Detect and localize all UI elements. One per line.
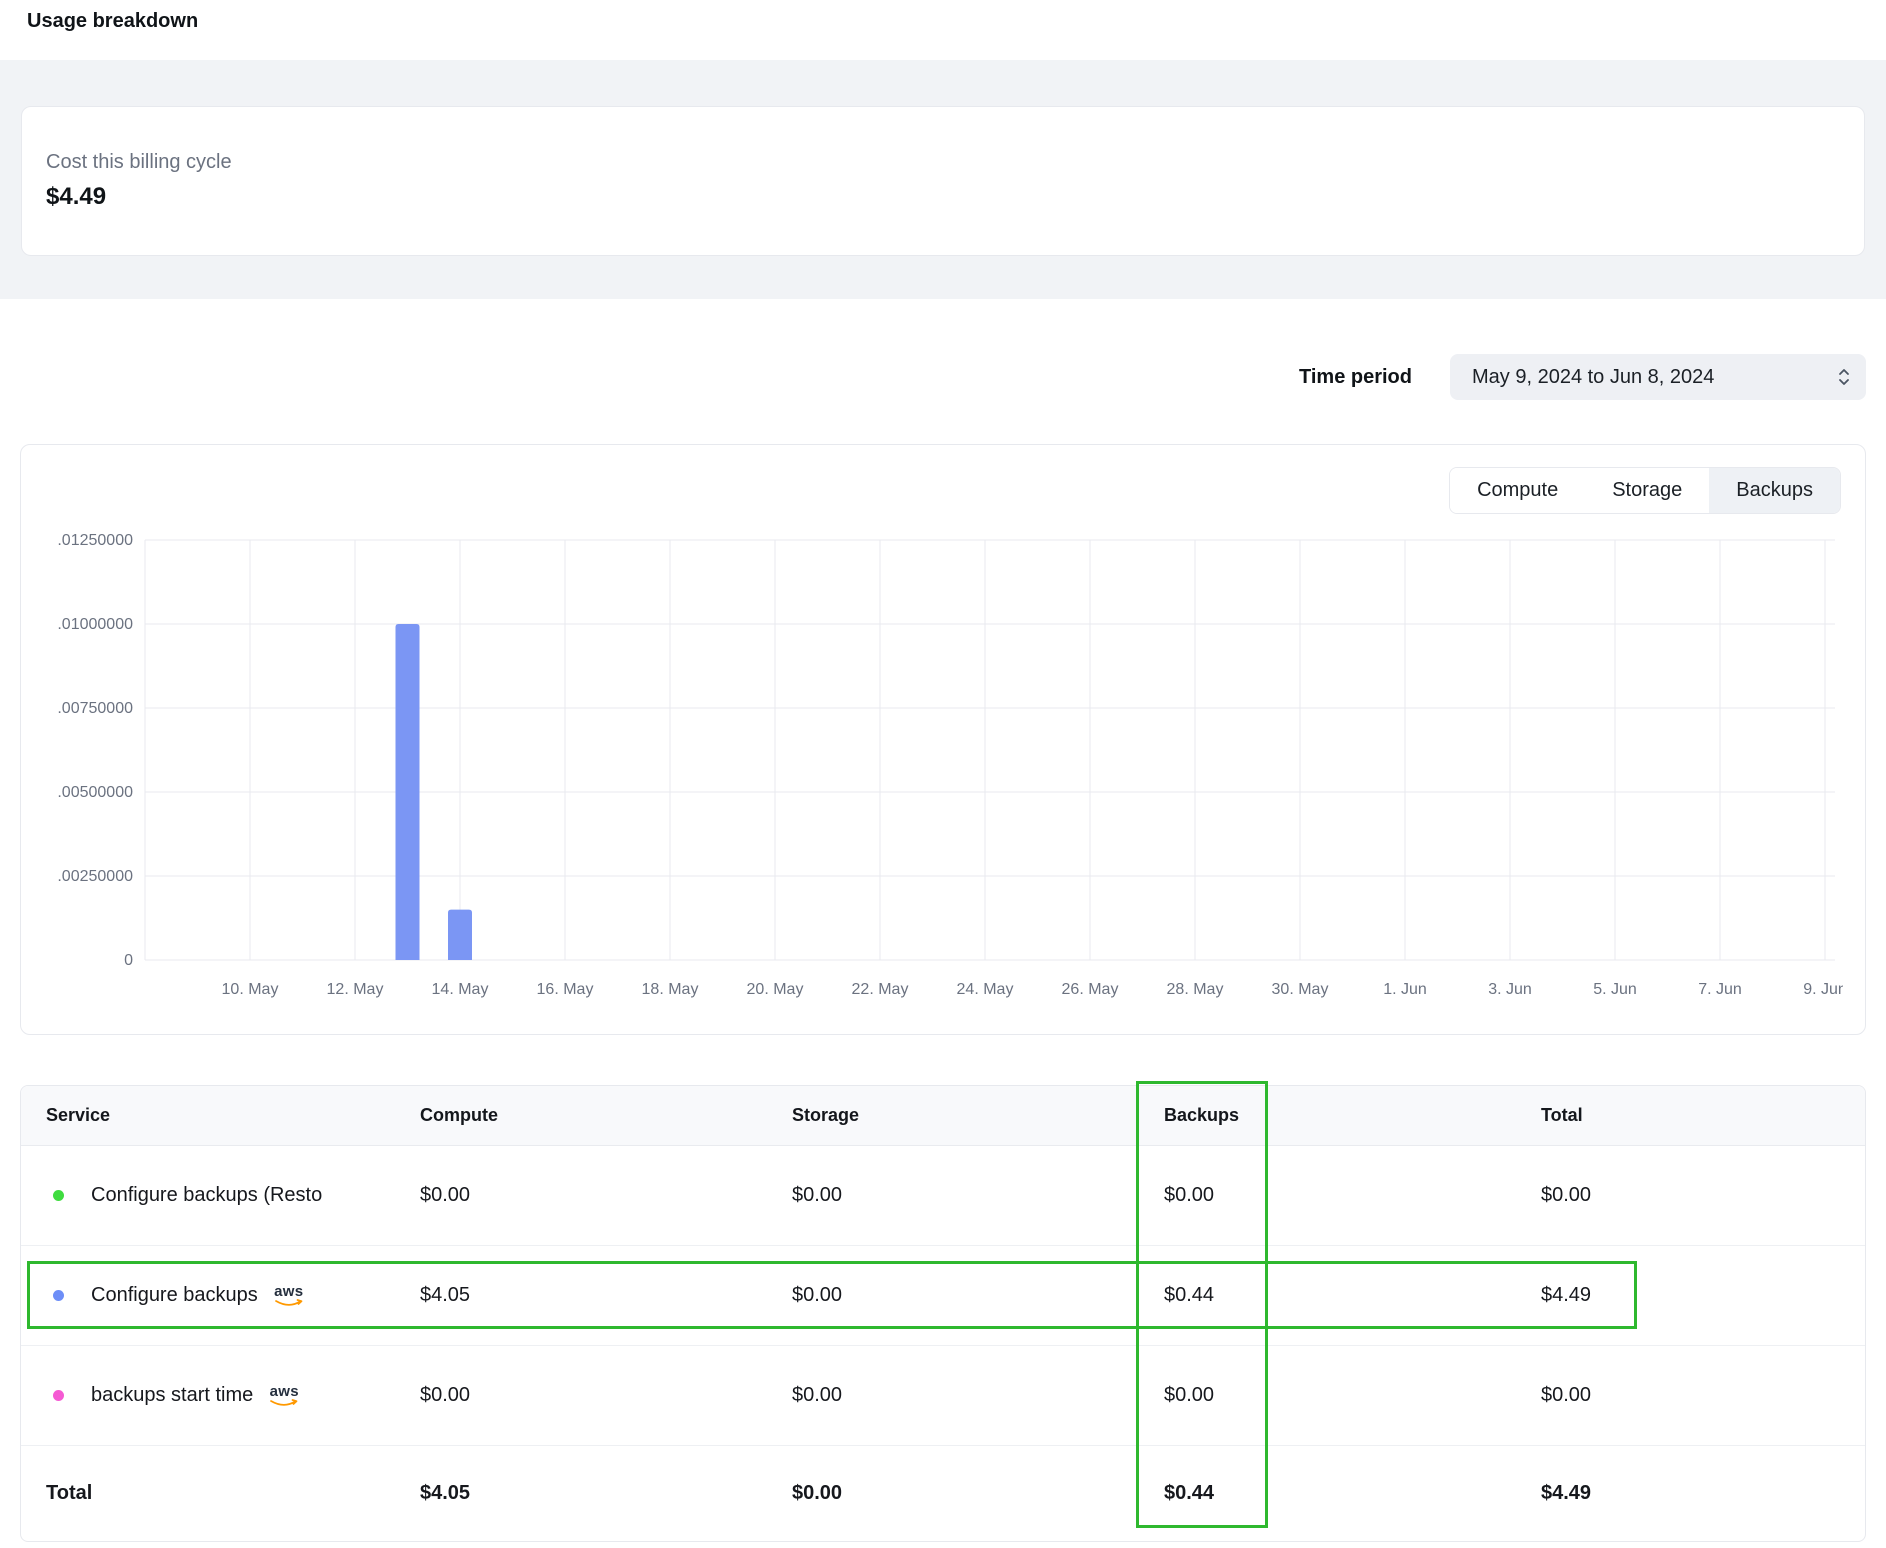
service-cell: Configure backups aws bbox=[46, 1284, 420, 1308]
aws-icon: aws bbox=[274, 1284, 304, 1308]
usage-table: Service Compute Storage Backups Total Co… bbox=[20, 1085, 1866, 1542]
compute-cell: $0.00 bbox=[420, 1384, 792, 1407]
chart-y-tick-label: .00750000 bbox=[57, 700, 133, 717]
col-header-total: Total bbox=[1541, 1105, 1865, 1126]
backups-cell: $0.00 bbox=[1164, 1384, 1541, 1407]
time-period-label: Time period bbox=[1299, 366, 1412, 389]
chart-x-tick-label: 16. May bbox=[537, 981, 594, 998]
time-period-value: May 9, 2024 to Jun 8, 2024 bbox=[1472, 366, 1714, 389]
chart-y-tick-label: .00500000 bbox=[57, 784, 133, 801]
table-header-row: Service Compute Storage Backups Total bbox=[21, 1086, 1865, 1146]
chart-x-tick-label: 18. May bbox=[642, 981, 699, 998]
chart-x-tick-label: 7. Jun bbox=[1698, 981, 1742, 998]
storage-cell: $0.00 bbox=[792, 1284, 1164, 1307]
cost-card-label: Cost this billing cycle bbox=[46, 151, 1840, 174]
series-dot bbox=[53, 1290, 64, 1301]
chart-x-tick-label: 30. May bbox=[1272, 981, 1329, 998]
backups-cell: $0.00 bbox=[1164, 1184, 1541, 1207]
time-period-row: Time period May 9, 2024 to Jun 8, 2024 bbox=[0, 354, 1866, 400]
chart-y-tick-label: .01000000 bbox=[57, 616, 133, 633]
service-name: Configure backups (Resto bbox=[91, 1184, 322, 1207]
col-header-compute: Compute bbox=[420, 1105, 792, 1126]
chart-x-tick-label: 26. May bbox=[1062, 981, 1119, 998]
compute-cell: $4.05 bbox=[420, 1284, 792, 1307]
total-cell: $0.00 bbox=[1541, 1184, 1865, 1207]
aws-smile-icon bbox=[274, 1299, 304, 1308]
chart-y-tick-label: 0 bbox=[124, 952, 133, 969]
chart-x-tick-label: 14. May bbox=[432, 981, 489, 998]
chart-x-tick-label: 12. May bbox=[327, 981, 384, 998]
chart-x-tick-label: 5. Jun bbox=[1593, 981, 1637, 998]
total-row-label: Total bbox=[46, 1482, 420, 1505]
usage-chart: .01250000 .01000000 .00750000 .00500000 .002… bbox=[45, 524, 1843, 1020]
tab-backups[interactable]: Backups bbox=[1709, 468, 1840, 513]
chart-x-tick-label: 20. May bbox=[747, 981, 804, 998]
chart-x-tick-label: 10. May bbox=[222, 981, 279, 998]
usage-chart-card: Compute Storage Backups .01250000 .010000… bbox=[20, 444, 1866, 1035]
chart-x-tick-label: 1. Jun bbox=[1383, 981, 1427, 998]
service-cell: Configure backups (Resto bbox=[46, 1184, 420, 1207]
table-row: Configure backups (Resto $0.00 $0.00 $0.… bbox=[21, 1146, 1865, 1246]
storage-cell: $0.00 bbox=[792, 1184, 1164, 1207]
service-name: backups start time bbox=[91, 1384, 253, 1407]
aws-smile-icon bbox=[269, 1399, 299, 1408]
chart-tabs-row: Compute Storage Backups bbox=[45, 467, 1841, 514]
total-storage-cell: $0.00 bbox=[792, 1482, 1164, 1505]
aws-icon: aws bbox=[269, 1384, 299, 1408]
tab-compute[interactable]: Compute bbox=[1450, 468, 1585, 513]
compute-cell: $0.00 bbox=[420, 1184, 792, 1207]
col-header-backups: Backups bbox=[1164, 1105, 1541, 1126]
series-dot bbox=[53, 1190, 64, 1201]
chart-x-tick-label: 9. Jun bbox=[1803, 981, 1843, 998]
table-total-row: Total $4.05 $0.00 $0.44 $4.49 bbox=[21, 1446, 1865, 1541]
cost-card-amount: $4.49 bbox=[46, 183, 1840, 211]
chevron-updown-icon bbox=[1836, 366, 1852, 388]
table-row: Configure backups aws $4.05 $0.00 $0.44 … bbox=[21, 1246, 1865, 1346]
series-dot bbox=[53, 1390, 64, 1401]
service-cell: backups start time aws bbox=[46, 1384, 420, 1408]
usage-table-wrap: Service Compute Storage Backups Total Co… bbox=[20, 1085, 1866, 1542]
chart-y-tick-label: .01250000 bbox=[57, 532, 133, 549]
chart-x-tick-label: 22. May bbox=[852, 981, 909, 998]
tab-storage[interactable]: Storage bbox=[1585, 468, 1709, 513]
total-compute-cell: $4.05 bbox=[420, 1482, 792, 1505]
chart-x-tick-label: 24. May bbox=[957, 981, 1014, 998]
page-title: Usage breakdown bbox=[27, 10, 1886, 33]
cost-card: Cost this billing cycle $4.49 bbox=[21, 106, 1865, 256]
col-header-service: Service bbox=[46, 1105, 420, 1126]
chart-bar[interactable] bbox=[396, 624, 420, 960]
chart-x-tick-label: 3. Jun bbox=[1488, 981, 1532, 998]
total-total-cell: $4.49 bbox=[1541, 1482, 1865, 1505]
chart-y-tick-label: .00250000 bbox=[57, 868, 133, 885]
storage-cell: $0.00 bbox=[792, 1384, 1164, 1407]
backups-cell: $0.44 bbox=[1164, 1284, 1541, 1307]
col-header-storage: Storage bbox=[792, 1105, 1164, 1126]
time-period-select[interactable]: May 9, 2024 to Jun 8, 2024 bbox=[1450, 354, 1866, 400]
billing-summary-band: Cost this billing cycle $4.49 bbox=[0, 60, 1886, 299]
total-cell: $4.49 bbox=[1541, 1284, 1865, 1307]
service-name: Configure backups bbox=[91, 1284, 258, 1307]
chart-type-tabs: Compute Storage Backups bbox=[1449, 467, 1841, 514]
table-row: backups start time aws $0.00 $0.00 $0.00… bbox=[21, 1346, 1865, 1446]
total-backups-cell: $0.44 bbox=[1164, 1482, 1541, 1505]
chart-x-tick-label: 28. May bbox=[1167, 981, 1224, 998]
total-cell: $0.00 bbox=[1541, 1384, 1865, 1407]
chart-bar[interactable] bbox=[448, 910, 472, 960]
